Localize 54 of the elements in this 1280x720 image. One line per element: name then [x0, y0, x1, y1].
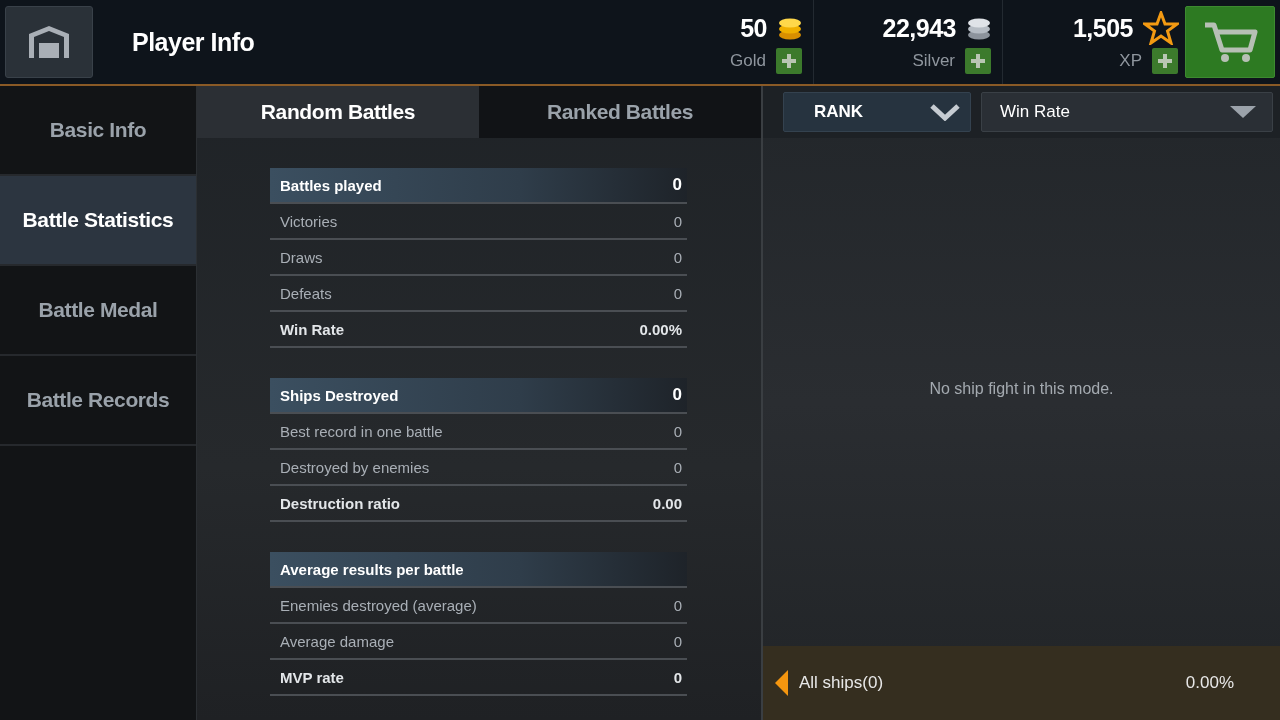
stat-value: 0: [673, 458, 682, 476]
stat-value: 0: [673, 212, 682, 230]
add-button[interactable]: [776, 48, 802, 74]
stat-value: 0: [672, 175, 682, 195]
currency-amount: 1,505: [1072, 13, 1133, 43]
currency-amount: 50: [740, 13, 767, 43]
add-button[interactable]: [1152, 48, 1178, 74]
stat-value: 0: [672, 385, 682, 405]
star-icon: [1143, 11, 1179, 45]
plus-icon: [1157, 53, 1173, 69]
caret-down-icon: [1230, 105, 1256, 119]
hangar-icon: [27, 24, 71, 60]
stat-value: 0: [673, 632, 682, 650]
currency-label: Gold: [730, 51, 766, 71]
cart-icon: [1202, 20, 1258, 64]
summary-value: 0.00%: [1185, 673, 1234, 693]
stat-value: 0.00: [652, 494, 682, 512]
mode-tab[interactable]: Ranked Battles: [479, 86, 761, 138]
mode-tab[interactable]: Random Battles: [197, 86, 479, 138]
currency-amount: 22,943: [882, 13, 956, 43]
stat-value: 0: [673, 596, 682, 614]
stat-value: 0: [673, 422, 682, 440]
add-button[interactable]: [965, 48, 991, 74]
metric-dropdown[interactable]: Win Rate: [981, 92, 1273, 132]
stat-label: Draws: [280, 248, 323, 266]
stat-label: Defeats: [280, 284, 332, 302]
chevron-down-icon: [930, 103, 960, 121]
stat-value: 0: [673, 248, 682, 266]
stat-label: Victories: [280, 212, 338, 230]
stat-label: MVP rate: [280, 668, 344, 686]
shop-button[interactable]: [1185, 6, 1275, 78]
stat-value: 0.00%: [639, 320, 682, 338]
plus-icon: [781, 53, 797, 69]
stat-label: Average damage: [280, 632, 394, 650]
left-arrow-icon: [775, 670, 789, 696]
stat-label: Best record in one battle: [280, 422, 443, 440]
stat-value: 0: [673, 668, 682, 686]
stat-label: Ships Destroyed: [280, 386, 399, 404]
stat-label: Destruction ratio: [280, 494, 400, 512]
stat-label: Battles played: [280, 176, 382, 194]
currency-label: Silver: [912, 51, 955, 71]
stat-label: Average results per battle: [280, 560, 464, 578]
hangar-button[interactable]: [5, 6, 93, 78]
stat-value: 0: [673, 284, 682, 302]
stat-label: Destroyed by enemies: [280, 458, 430, 476]
sort-dropdown[interactable]: RANK: [783, 92, 971, 132]
currency-label: XP: [1119, 51, 1142, 71]
page-title: Player Info: [132, 27, 255, 57]
plus-icon: [970, 53, 986, 69]
empty-message: No ship fight in this mode.: [929, 380, 1114, 398]
sidebar-tab[interactable]: Battle Statistics: [0, 176, 196, 266]
summary-label: All ships(0): [799, 673, 885, 693]
stat-label: Enemies destroyed (average): [280, 596, 477, 614]
stat-label: Win Rate: [280, 320, 345, 338]
